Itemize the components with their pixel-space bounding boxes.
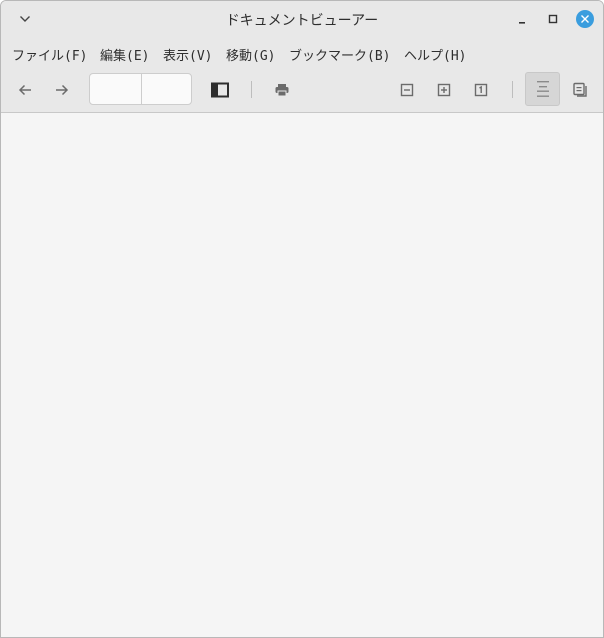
menu-view[interactable]: 表示(V) (163, 45, 212, 64)
menu-bookmarks[interactable]: ブックマーク(B) (289, 45, 390, 64)
page-selector (89, 73, 192, 105)
print-button[interactable] (270, 78, 294, 102)
menu-edit[interactable]: 編集(E) (100, 45, 149, 64)
sidebar-toggle-button[interactable] (208, 78, 232, 102)
continuous-view-icon (536, 81, 549, 97)
continuous-view-toggle[interactable] (525, 72, 560, 106)
printer-icon (275, 84, 289, 97)
minimize-button[interactable] (510, 7, 534, 31)
zoom-original-button[interactable] (469, 78, 493, 102)
menu-go[interactable]: 移動(G) (226, 45, 275, 64)
menu-help[interactable]: ヘルプ(H) (404, 45, 466, 64)
maximize-button[interactable] (541, 7, 565, 31)
toolbar (1, 67, 603, 113)
zoom-original-icon (474, 83, 488, 97)
zoom-in-button[interactable] (432, 78, 456, 102)
maximize-icon (548, 14, 558, 24)
document-viewer-window: ドキュメントビューアー ファイル(F) 編集(E) 表示(V) 移動(G) ブッ… (0, 0, 604, 638)
titlebar[interactable]: ドキュメントビューアー (1, 1, 603, 37)
close-icon (576, 10, 594, 28)
document-view[interactable] (1, 113, 603, 637)
page-total-label (142, 74, 191, 104)
forward-button[interactable] (50, 78, 74, 102)
zoom-out-icon (400, 83, 414, 97)
toolbar-separator (512, 81, 513, 98)
menubar: ファイル(F) 編集(E) 表示(V) 移動(G) ブックマーク(B) ヘルプ(… (1, 37, 603, 67)
minimize-icon (519, 22, 525, 24)
zoom-out-button[interactable] (395, 78, 419, 102)
arrow-left-icon (18, 84, 31, 96)
dual-page-toggle[interactable] (568, 78, 592, 102)
dual-page-icon (573, 82, 587, 97)
menu-file[interactable]: ファイル(F) (12, 45, 87, 64)
close-button[interactable] (573, 7, 597, 31)
toolbar-separator (251, 81, 252, 98)
sidebar-icon (211, 82, 229, 98)
back-button[interactable] (13, 78, 37, 102)
zoom-in-icon (437, 83, 451, 97)
arrow-right-icon (56, 84, 69, 96)
page-number-input[interactable] (90, 74, 142, 104)
